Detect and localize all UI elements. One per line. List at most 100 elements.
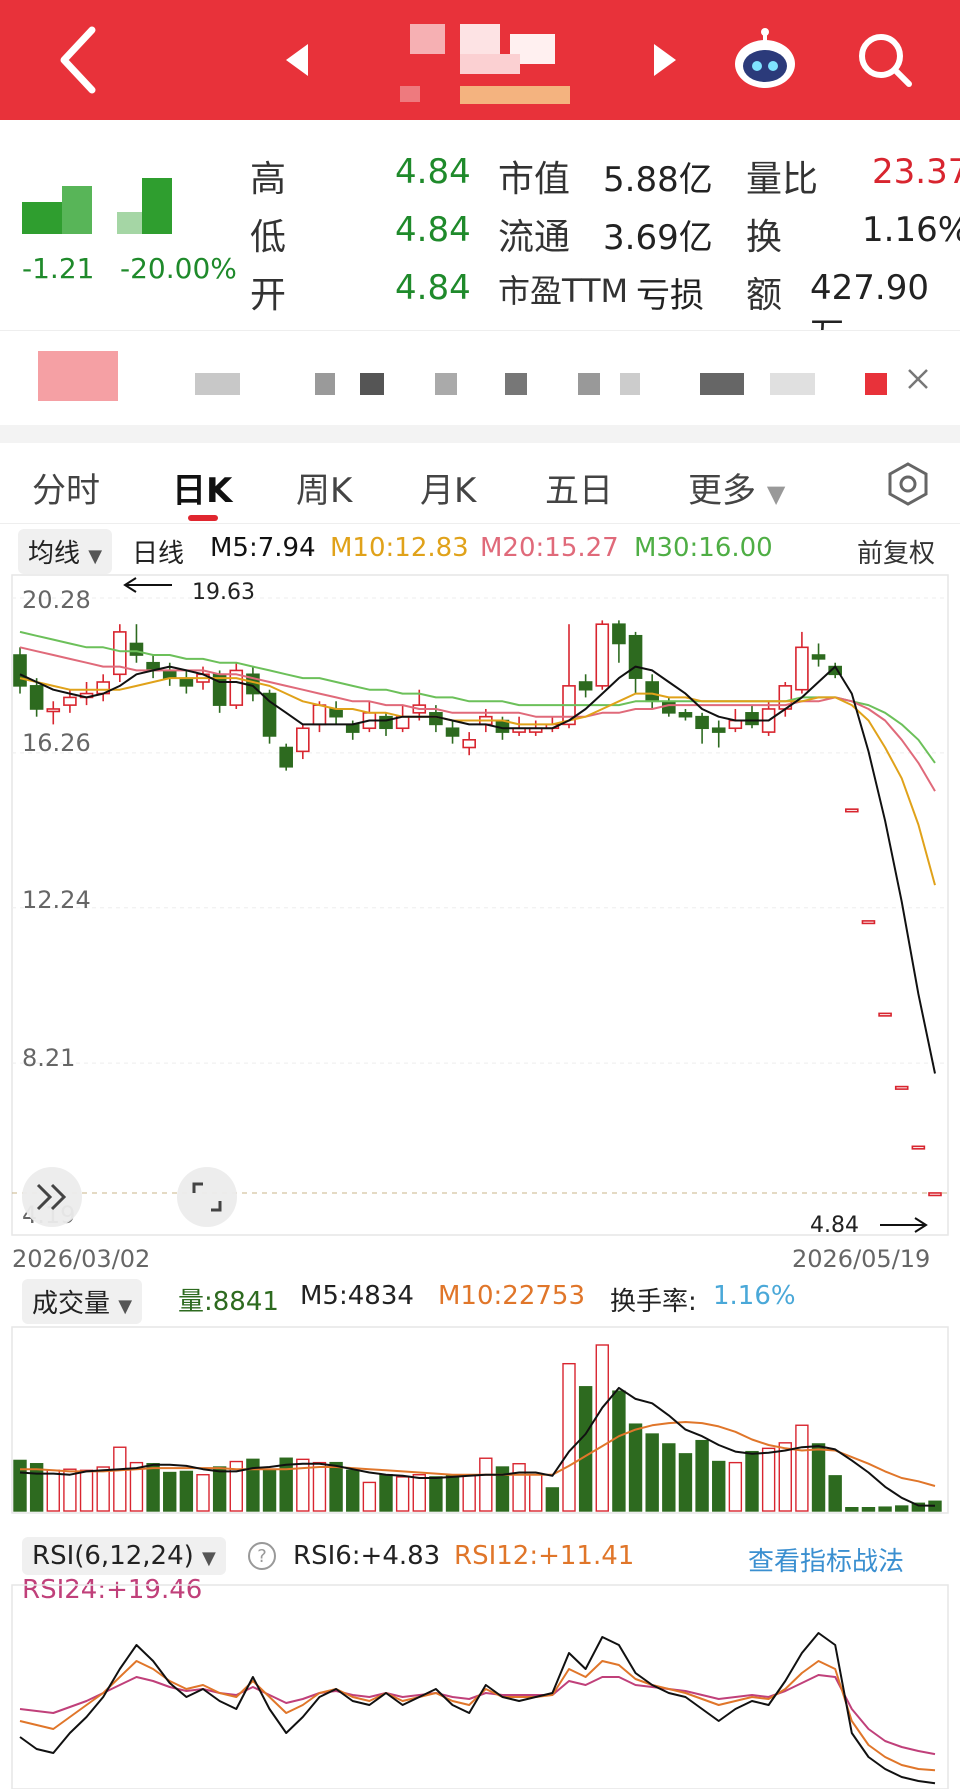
volume-bar [329, 1461, 343, 1512]
volume-bar [728, 1461, 743, 1512]
candle-body [861, 920, 876, 925]
rsi-dropdown[interactable]: RSI(6,12,24) ▼ [22, 1537, 226, 1575]
svg-text:?: ? [257, 1546, 267, 1567]
rsi-chart[interactable] [0, 1583, 960, 1789]
notice-strip[interactable] [0, 330, 960, 426]
candle [113, 624, 127, 683]
volume-bar [861, 1507, 876, 1512]
volume-ratio-value: 23.37 [872, 152, 960, 192]
y-tick-3: 12.24 [22, 886, 91, 914]
candle-body [745, 712, 759, 726]
candle [595, 620, 610, 690]
candle-body [279, 746, 293, 768]
tab-monthly-k[interactable]: 月K [420, 463, 476, 512]
candle-body [262, 692, 277, 737]
rsi6-value: RSI6:+4.83 [293, 1541, 441, 1571]
candle [928, 1192, 942, 1197]
candle [229, 662, 244, 709]
volume-bar [845, 1507, 859, 1512]
tab-five-day[interactable]: 五日 [545, 463, 613, 512]
candle [678, 708, 693, 721]
volume-dropdown-label: 成交量 [32, 1289, 111, 1319]
price-chart[interactable]: 20.28 16.26 12.24 8.21 4.19 19.63 4.84 2… [0, 573, 960, 1273]
candle [296, 724, 310, 760]
dropdown-arrow-icon: ▼ [88, 546, 103, 567]
volume-bar [612, 1390, 626, 1512]
tab-daily-k[interactable]: 日K [172, 463, 232, 512]
candle [512, 716, 526, 736]
volume-bar [362, 1481, 377, 1512]
candle [79, 682, 94, 706]
volume-chart[interactable] [0, 1325, 960, 1515]
change-percent: -20.00% [120, 252, 237, 285]
expand-sidebar-button[interactable] [22, 1167, 82, 1227]
volume-dropdown[interactable]: 成交量 ▼ [22, 1279, 143, 1324]
candle [462, 732, 476, 756]
candle [845, 808, 859, 813]
robot-assistant-icon[interactable] [730, 28, 800, 92]
candle-body [379, 715, 393, 730]
volume-bar [163, 1471, 177, 1512]
candle-body [878, 1012, 892, 1017]
volume-bar [578, 1386, 593, 1512]
date-start: 2026/03/02 [12, 1245, 150, 1273]
section-gap [0, 425, 960, 443]
pe-label: 市盈TTM [498, 272, 629, 310]
low-marker-label: 4.84 [810, 1213, 859, 1238]
candle [628, 631, 643, 694]
adjust-mode[interactable]: 前复权 [857, 533, 935, 570]
volume-bar [445, 1474, 460, 1512]
candle-body [29, 685, 44, 710]
tab-weekly-k[interactable]: 周K [296, 463, 352, 512]
volume-bar [46, 1469, 60, 1512]
candle [911, 1145, 926, 1150]
candle [362, 701, 377, 733]
back-arrow-icon[interactable] [50, 20, 110, 100]
rsi6-line [19, 1632, 936, 1785]
candle-body [795, 646, 809, 691]
volume-bar [678, 1453, 693, 1512]
high-value: 4.84 [395, 152, 471, 192]
volume-bar [895, 1505, 909, 1512]
candle-body [179, 677, 194, 687]
high-label: 高 [250, 159, 287, 200]
help-icon[interactable]: ? [246, 1540, 278, 1572]
strategy-link[interactable]: 查看指标战法 [748, 1541, 904, 1578]
candle [146, 655, 160, 679]
volume-bars [13, 1344, 942, 1512]
candle-body [296, 727, 310, 753]
volume-bar [196, 1474, 210, 1512]
volume-bar [479, 1457, 493, 1512]
prev-stock-icon[interactable] [282, 40, 312, 80]
volume-bar [712, 1460, 726, 1512]
candle-body [845, 808, 859, 813]
candle-body [595, 623, 610, 687]
indicator-dropdown[interactable]: 均线 ▼ [18, 529, 113, 574]
search-icon[interactable] [855, 30, 915, 90]
volume-bar [595, 1344, 609, 1512]
close-icon[interactable] [905, 366, 931, 392]
candle-body [928, 1192, 942, 1197]
volume-bar [395, 1476, 410, 1512]
settings-hexagon-icon[interactable] [885, 461, 931, 507]
active-tab-indicator [188, 515, 218, 521]
ma-legend: 均线 ▼ 日线 M5:7.94 M10:12.83 M20:15.27 M30:… [0, 523, 960, 574]
volume-bar [462, 1475, 476, 1512]
tab-more[interactable]: 更多 ▼ [688, 463, 785, 512]
volume-bar [79, 1469, 94, 1512]
next-stock-icon[interactable] [650, 40, 680, 80]
volume-legend: 成交量 ▼ 量:8841 M5:4834 M10:22753 换手率: 1.16… [0, 1273, 960, 1325]
candle-body [911, 1145, 926, 1150]
notice-logo-blurred [38, 351, 118, 401]
tab-intraday[interactable]: 分时 [32, 463, 100, 512]
high-marker-label: 19.63 [192, 580, 255, 605]
market-cap-value: 5.88亿 [603, 160, 713, 200]
volume-bar [113, 1446, 127, 1512]
candle [745, 705, 759, 729]
price-blurred [22, 178, 172, 236]
candle-body [312, 704, 327, 726]
rsi-lines [19, 1632, 936, 1785]
float-cap-label: 流通 [498, 217, 571, 258]
turnover-label: 换 [746, 217, 783, 258]
fullscreen-button[interactable] [177, 1167, 237, 1227]
